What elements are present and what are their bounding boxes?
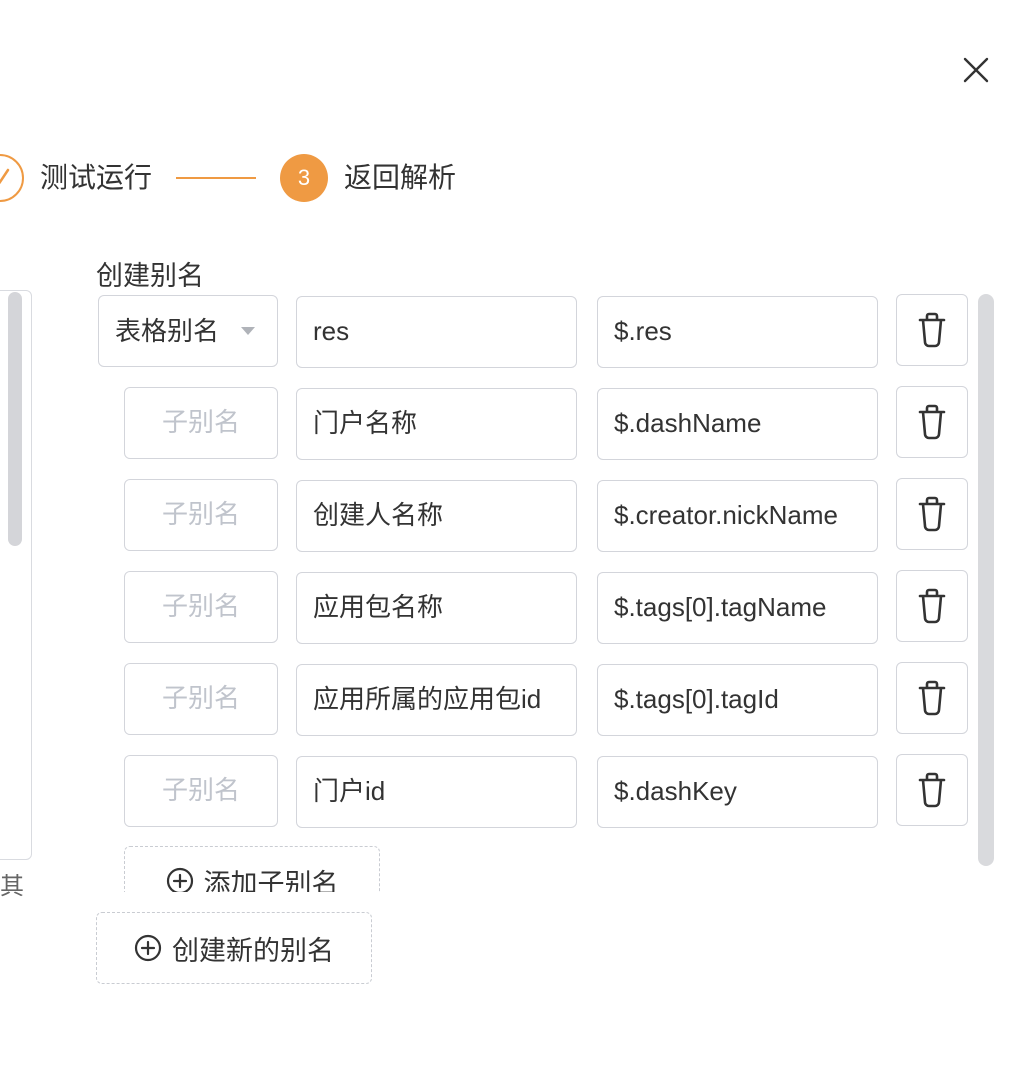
sub-alias-path-input[interactable]: $.tags[0].tagId	[597, 664, 878, 736]
create-new-alias-label: 创建新的别名	[172, 935, 334, 966]
delete-sub-alias-button[interactable]	[896, 754, 968, 826]
sub-alias-name-input[interactable]: 应用所属的应用包id	[296, 664, 577, 736]
sub-alias-path-input[interactable]: $.dashKey	[597, 756, 878, 828]
step-done-indicator	[0, 154, 24, 202]
step-label-test-run: 测试运行	[40, 162, 153, 193]
sub-alias-input[interactable]: 子别名	[124, 571, 278, 643]
add-sub-alias-button[interactable]: 添加子别名	[124, 846, 380, 892]
sub-alias-path-input[interactable]: $.creator.nickName	[597, 480, 878, 552]
sub-alias-input[interactable]: 子别名	[124, 663, 278, 735]
sub-alias-name-input[interactable]: 门户名称	[296, 388, 577, 460]
alias-type-value: 表格别名	[115, 315, 220, 346]
delete-sub-alias-button[interactable]	[896, 386, 968, 458]
caret-down-icon	[241, 327, 255, 335]
add-sub-alias-label: 添加子别名	[203, 868, 339, 893]
sub-alias-name-input[interactable]: 创建人名称	[296, 480, 577, 552]
check-icon	[0, 168, 10, 184]
close-button[interactable]	[958, 52, 994, 88]
trash-icon	[918, 772, 946, 808]
sub-alias-name-input[interactable]: 门户id	[296, 756, 577, 828]
delete-sub-alias-button[interactable]	[896, 662, 968, 734]
trash-icon	[918, 680, 946, 716]
sub-alias-input[interactable]: 子别名	[124, 387, 278, 459]
delete-sub-alias-button[interactable]	[896, 570, 968, 642]
trash-icon	[918, 588, 946, 624]
sub-alias-path-input[interactable]: $.tags[0].tagName	[597, 572, 878, 644]
alias-path-input[interactable]: $.res	[597, 296, 878, 368]
sub-alias-input[interactable]: 子别名	[124, 479, 278, 551]
section-title: 创建别名	[96, 261, 204, 291]
plus-circle-icon	[134, 934, 162, 962]
sub-alias-name-input[interactable]: 应用包名称	[296, 572, 577, 644]
plus-circle-icon	[166, 867, 193, 892]
create-new-alias-button[interactable]: 创建新的别名	[96, 912, 372, 984]
step-connector	[176, 177, 256, 179]
alias-name-input[interactable]: res	[296, 296, 577, 368]
delete-sub-alias-button[interactable]	[896, 478, 968, 550]
close-icon	[963, 57, 989, 83]
left-scrollbar[interactable]	[8, 292, 22, 546]
sub-alias-input[interactable]: 子别名	[124, 755, 278, 827]
right-scrollbar[interactable]	[978, 294, 994, 866]
sub-alias-path-input[interactable]: $.dashName	[597, 388, 878, 460]
alias-type-select[interactable]: 表格别名	[98, 295, 278, 367]
step-active-indicator: 3	[280, 154, 328, 202]
trash-icon	[918, 496, 946, 532]
left-panel-truncated-text: 其	[0, 873, 24, 900]
trash-icon	[918, 404, 946, 440]
dialog: 测试运行 3 返回解析 其 创建别名 表格别名 res $.res 子别名 门户…	[0, 0, 1036, 1088]
trash-icon	[918, 312, 946, 348]
step-label-parse-response: 返回解析	[344, 162, 457, 193]
delete-alias-button[interactable]	[896, 294, 968, 366]
